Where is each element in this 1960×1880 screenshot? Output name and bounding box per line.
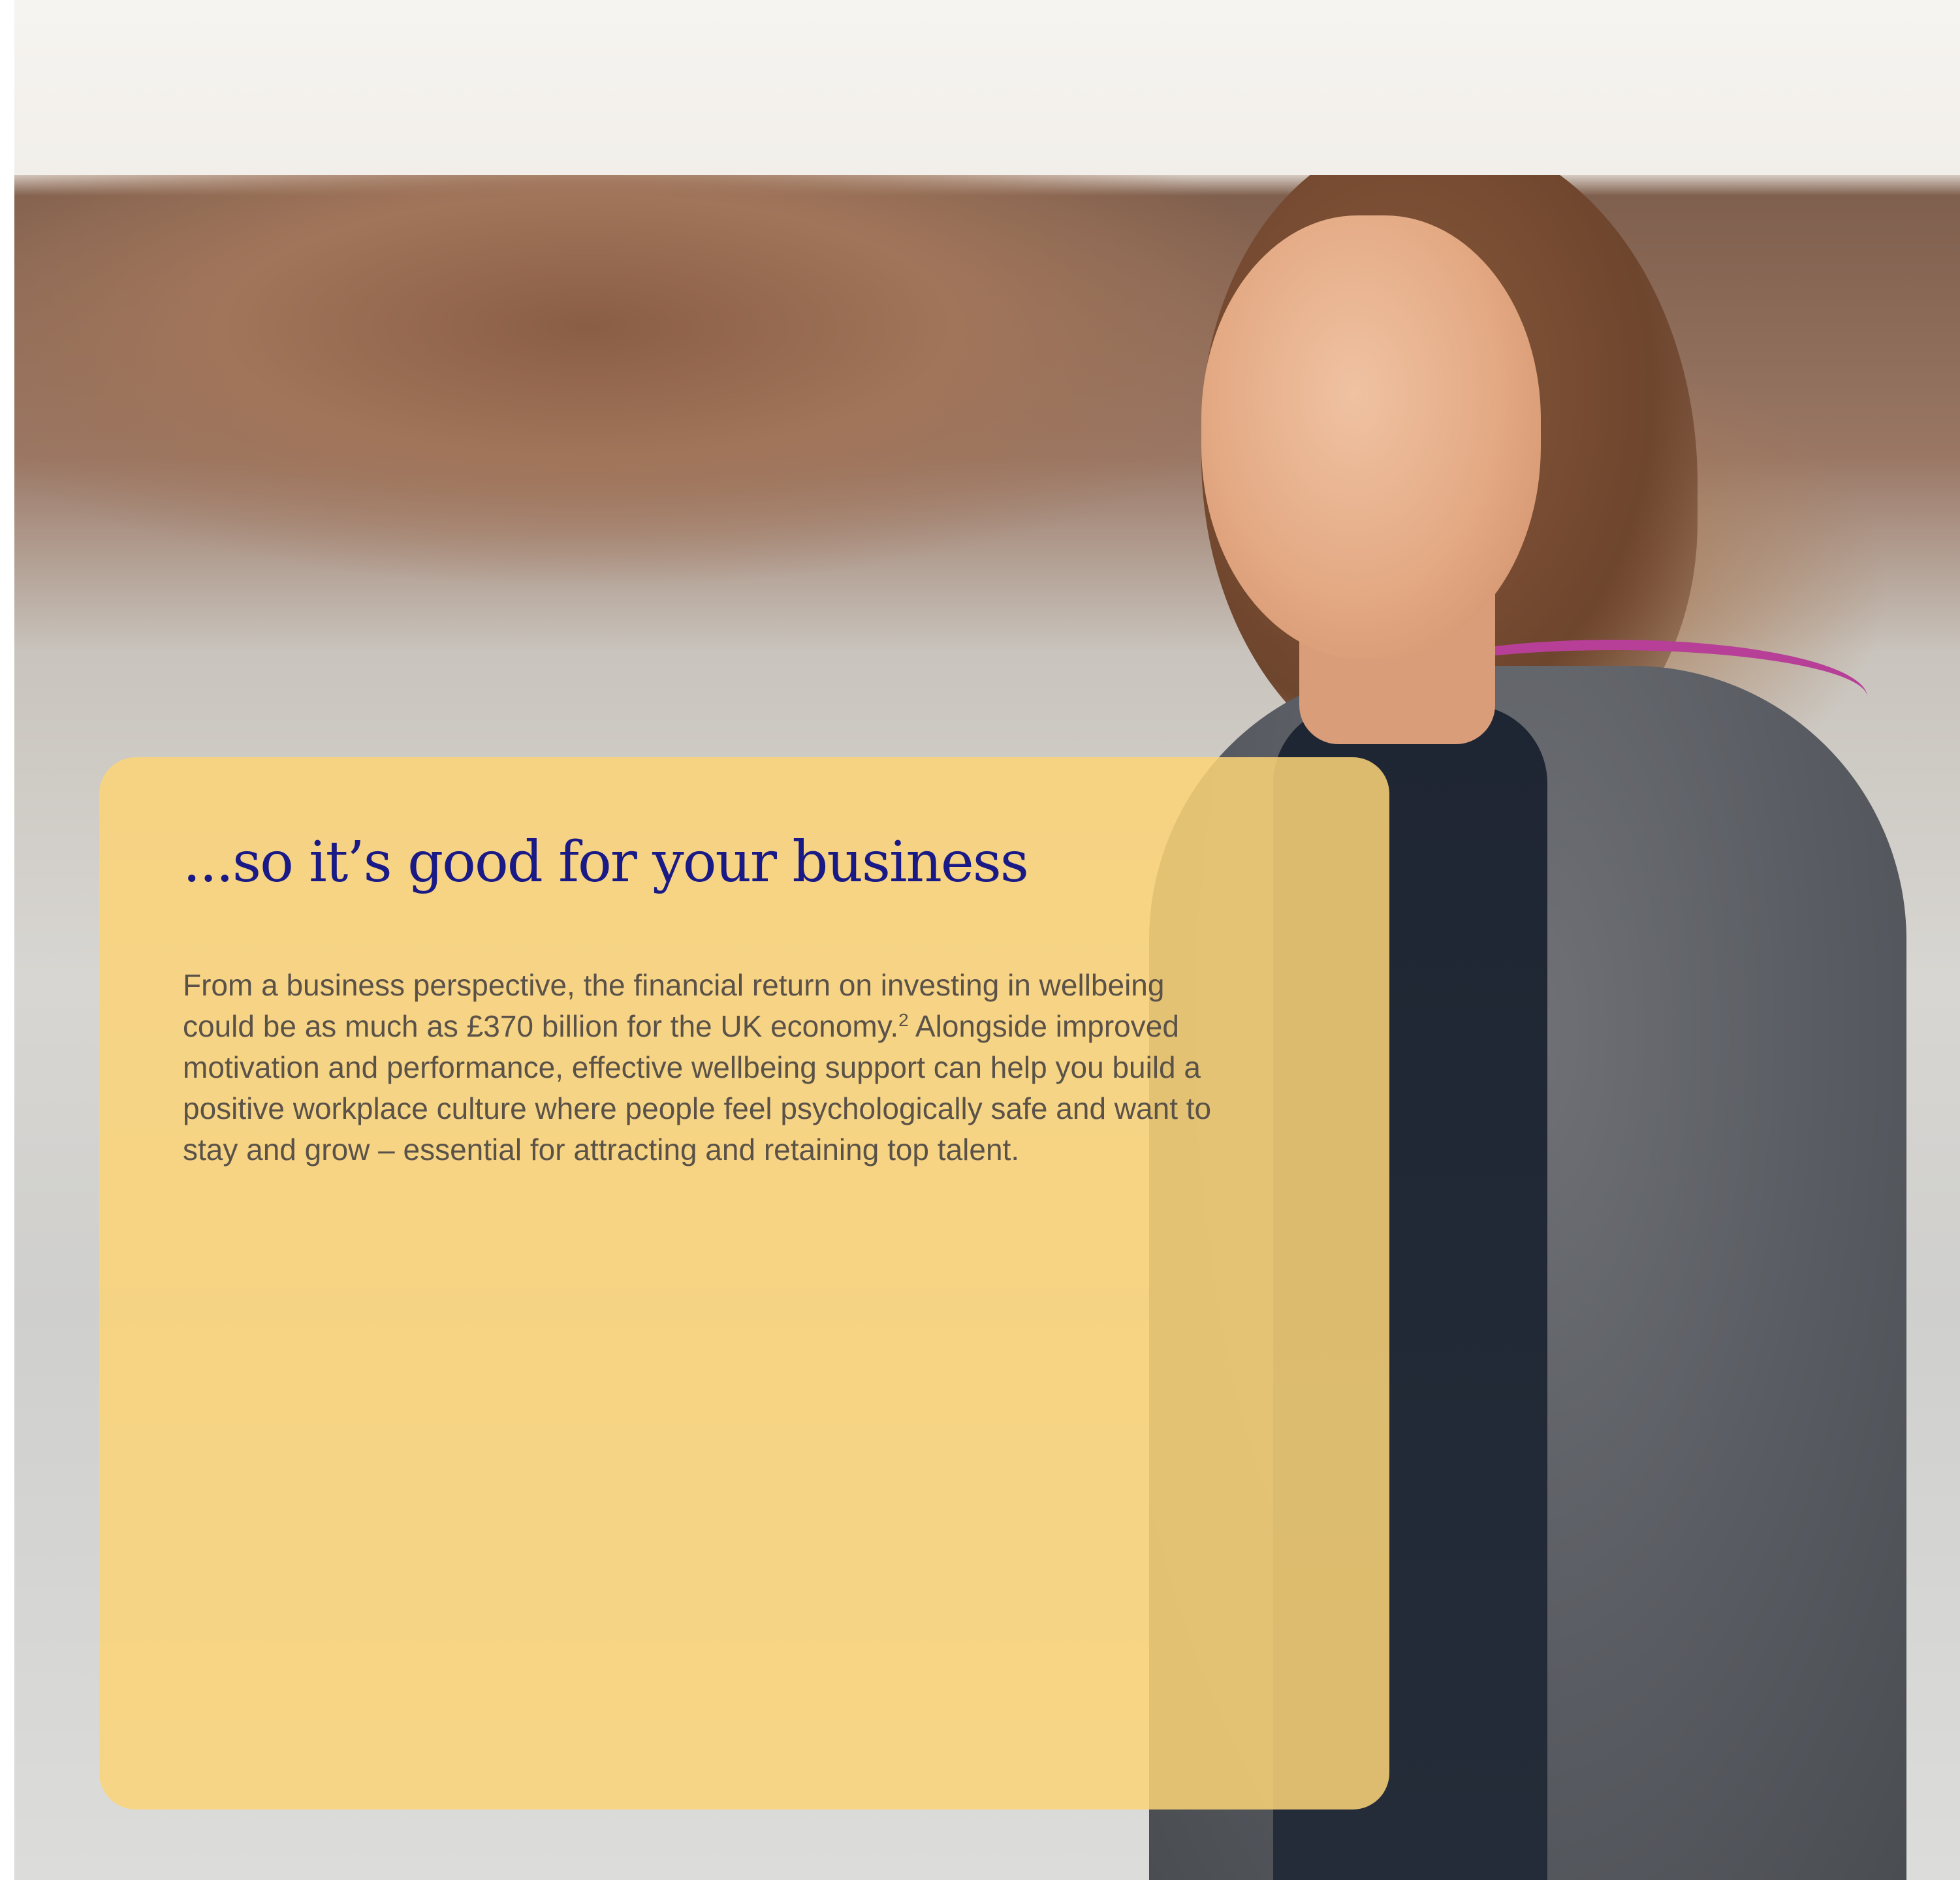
page-title: ...so it’s good for your business (183, 830, 1029, 895)
page: ...so it’s good for your business From a… (0, 0, 1960, 1880)
paragraph-line-2-end: Alongside improved (908, 1009, 1179, 1043)
left-margin (0, 0, 14, 1880)
top-margin (0, 0, 1960, 175)
footnote-marker: 2 (898, 1010, 909, 1030)
paragraph-line-2: could be as much as £370 billion for the… (183, 1006, 1293, 1047)
paragraph-line-5: stay and grow – essential for attracting… (183, 1133, 1020, 1167)
text-card (99, 757, 1389, 1810)
paragraph-line-4: positive workplace culture where people … (183, 1091, 1212, 1125)
runner-face (1201, 215, 1541, 659)
paragraph-line-2-start: could be as much as £370 billion for the… (183, 1009, 899, 1043)
paragraph-line-3: motivation and performance, effective we… (183, 1050, 1201, 1084)
body-paragraph: From a business perspective, the financi… (183, 965, 1293, 1170)
paragraph-line-1: From a business perspective, the financi… (183, 968, 1165, 1002)
